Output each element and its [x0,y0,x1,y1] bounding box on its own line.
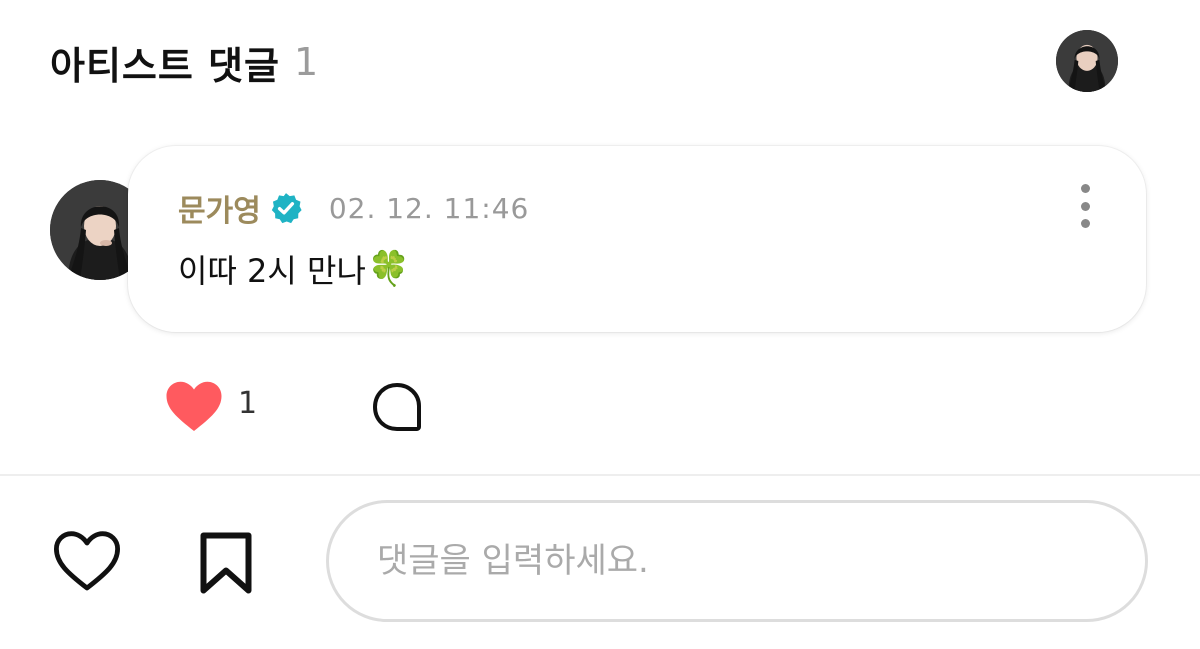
page-title: 아티스트 댓글 [50,43,280,88]
divider [0,474,1200,476]
header-avatar[interactable] [1056,30,1118,92]
bookmark-icon[interactable] [196,530,256,596]
verified-badge-icon [271,193,302,224]
comment-screen: 아티스트 댓글 1 문가영 02. 12. 11:46 이따 2시 만나 🍀 1… [0,0,1200,649]
heart-filled-icon[interactable] [164,378,224,434]
heart-outline-icon[interactable] [50,528,124,594]
clover-emoji: 🍀 [367,249,411,289]
like-count: 1 [238,386,258,421]
comment-input[interactable] [326,500,1148,622]
header: 아티스트 댓글 1 [50,30,1120,94]
more-vertical-icon[interactable] [1070,184,1100,228]
comment-count: 1 [294,40,319,84]
comment-body: 이따 2시 만나 🍀 [178,246,410,292]
comment-meta: 문가영 02. 12. 11:46 [178,186,529,230]
comment-timestamp: 02. 12. 11:46 [328,191,530,225]
comment-text: 이따 2시 만나 [178,252,366,290]
comment-bubble: 문가영 02. 12. 11:46 이따 2시 만나 🍀 [128,146,1146,332]
author-name[interactable]: 문가영 [178,186,261,230]
avatar-image [1056,30,1118,92]
chat-bubble-icon[interactable] [370,381,424,433]
